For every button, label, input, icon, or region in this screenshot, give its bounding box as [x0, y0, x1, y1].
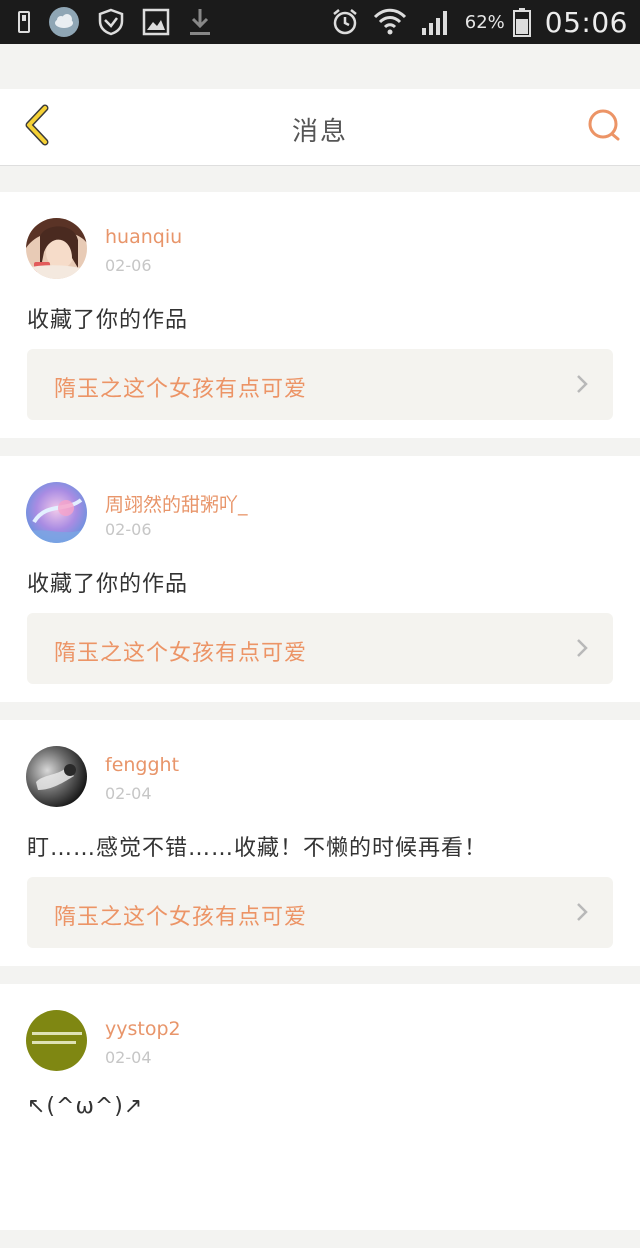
- status-bar-right: 62% 05:06: [331, 5, 628, 39]
- battery-percent: 62%: [464, 11, 505, 33]
- chevron-right-icon: [575, 637, 589, 659]
- message-date: 02-04: [105, 1048, 152, 1067]
- username[interactable]: yystop2: [105, 1018, 181, 1040]
- work-link[interactable]: 隋玉之这个女孩有点可爱: [27, 613, 613, 684]
- signal-icon: [421, 8, 451, 36]
- search-button[interactable]: [584, 107, 624, 147]
- avatar[interactable]: [26, 482, 87, 543]
- wifi-icon: [373, 7, 407, 37]
- work-link[interactable]: 隋玉之这个女孩有点可爱: [27, 877, 613, 948]
- message-text: 收藏了你的作品: [27, 572, 189, 597]
- work-title: 隋玉之这个女孩有点可爱: [54, 905, 308, 930]
- message-card: yystop2 02-04 ↖(^ω^)↗: [0, 984, 640, 1230]
- download-icon: [188, 7, 212, 37]
- top-spacer: [0, 44, 640, 89]
- username[interactable]: 周翊然的甜粥吖_: [105, 490, 248, 517]
- message-card: fengght 02-04 盯……感觉不错……收藏！不懒的时候再看！ 隋玉之这个…: [0, 720, 640, 966]
- message-date: 02-06: [105, 520, 152, 539]
- status-bar: 62% 05:06: [0, 0, 640, 44]
- search-icon: [586, 107, 622, 147]
- alarm-icon: [331, 8, 359, 36]
- chevron-right-icon: [575, 901, 589, 923]
- username[interactable]: fengght: [105, 754, 179, 776]
- message-text: ↖(^ω^)↗: [27, 1094, 144, 1119]
- work-link[interactable]: 隋玉之这个女孩有点可爱: [27, 349, 613, 420]
- work-title: 隋玉之这个女孩有点可爱: [54, 377, 308, 402]
- message-card: 周翊然的甜粥吖_ 02-06 收藏了你的作品 隋玉之这个女孩有点可爱: [0, 456, 640, 702]
- page-title: 消息: [291, 117, 348, 147]
- message-card: huanqiu 02-06 收藏了你的作品 隋玉之这个女孩有点可爱: [0, 192, 640, 438]
- sim-icon: [18, 11, 30, 33]
- chevron-right-icon: [575, 373, 589, 395]
- username[interactable]: huanqiu: [105, 226, 182, 248]
- avatar[interactable]: [26, 746, 87, 807]
- avatar[interactable]: [26, 1010, 87, 1071]
- status-time: 05:06: [544, 5, 628, 39]
- image-icon: [142, 8, 170, 36]
- status-bar-left: [18, 7, 212, 37]
- work-title: 隋玉之这个女孩有点可爱: [54, 641, 308, 666]
- shield-icon: [98, 8, 124, 36]
- app-header: 消息: [0, 89, 640, 166]
- weather-cloud-icon: [48, 6, 80, 38]
- message-date: 02-04: [105, 784, 152, 803]
- avatar[interactable]: [26, 218, 87, 279]
- message-date: 02-06: [105, 256, 152, 275]
- message-list: huanqiu 02-06 收藏了你的作品 隋玉之这个女孩有点可爱 周翊然的甜粥…: [0, 192, 640, 1248]
- battery-icon: [512, 7, 531, 37]
- message-text: 盯……感觉不错……收藏！不懒的时候再看！: [27, 836, 488, 861]
- message-text: 收藏了你的作品: [27, 308, 189, 333]
